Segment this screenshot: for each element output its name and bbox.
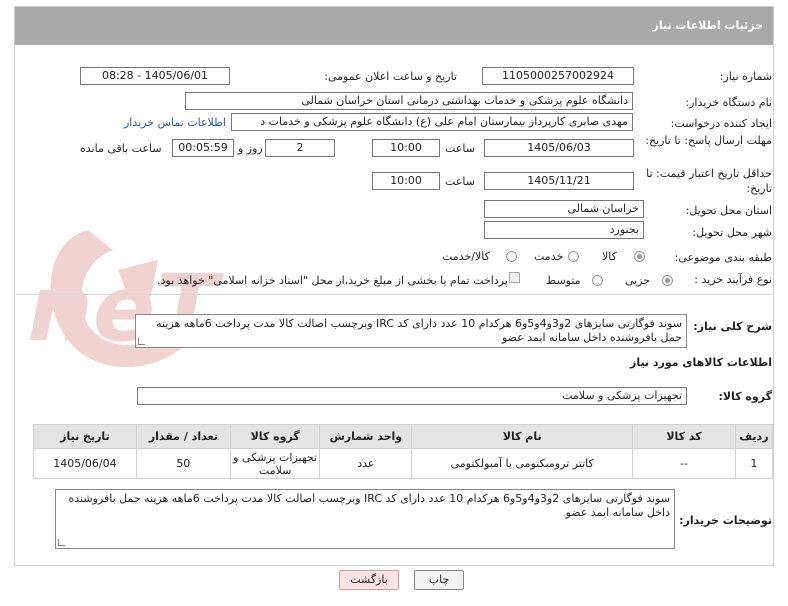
cell-qty: 50 [135, 448, 231, 479]
days-label: روز و [238, 142, 263, 155]
creator-field: مهدی صابری کارپرداز بیمارستان امام علی (… [231, 113, 633, 131]
divider [16, 294, 774, 295]
contact-buyer-link[interactable]: اطلاعات تماس خریدار [124, 116, 226, 129]
price-valid-time-label: ساعت [445, 175, 475, 188]
cell-row: 1 [734, 448, 774, 479]
category-label: طبقه بندی موضوعی: [674, 251, 772, 264]
col-qty: تعداد / مقدار [135, 424, 231, 449]
days-field: 2 [265, 139, 335, 157]
city-field: بجنورد [484, 221, 644, 239]
buyer-notes-label: توضیحات خریدار: [679, 514, 772, 527]
buyer-org-label: نام دستگاه خریدار: [685, 96, 772, 109]
cell-unit: عدد [319, 448, 413, 479]
deadline-time-label: ساعت [445, 142, 475, 155]
need-number-field: 1105000257002924 [482, 67, 634, 85]
need-number-label: شماره نیاز: [719, 70, 772, 83]
category-option-goods: کالا [602, 250, 617, 263]
col-row: ردیف [734, 424, 774, 449]
col-name: نام کالا [411, 424, 634, 449]
page-title: جزئیات اطلاعات نیاز [652, 19, 764, 32]
process-option-medium: متوسط [546, 274, 581, 287]
process-option-minor: جزیی [625, 274, 651, 287]
process-radio-minor[interactable] [662, 275, 673, 286]
resize-handle[interactable] [138, 338, 145, 345]
province-label: استان محل تحویل: [685, 204, 772, 217]
city-label: شهر محل تحویل: [692, 226, 772, 239]
cell-group: تجهیزات پزشکی و سلامت [229, 448, 321, 479]
price-valid-time-field: 10:00 [372, 172, 440, 190]
summary-text: سوند فوگارتی سایزهای 2و3و4و5و6 هرکدام 10… [156, 317, 682, 344]
summary-textarea[interactable]: سوند فوگارتی سایزهای 2و3و4و5و6 هرکدام 10… [135, 314, 687, 348]
treasury-payment-note: پرداخت تمام یا بخشی از مبلغ خرید،از محل … [157, 274, 508, 287]
category-option-service: خدمت [534, 250, 564, 263]
category-radio-goods[interactable] [634, 251, 645, 262]
cell-code: -- [632, 448, 736, 479]
goods-table: ردیف کد کالا نام کالا واحد شمارش گروه کا… [33, 424, 774, 479]
table-header-row: ردیف کد کالا نام کالا واحد شمارش گروه کا… [33, 424, 774, 449]
cell-date: 1405/06/04 [33, 448, 137, 479]
creator-label: ایجاد کننده درخواست: [670, 117, 772, 130]
category-option-goods-service: کالا/خدمت [442, 250, 490, 263]
category-radio-service[interactable] [568, 251, 579, 262]
panel-header: جزئیات اطلاعات نیاز [15, 7, 773, 45]
remaining-label: ساعت باقی مانده [80, 142, 162, 155]
goods-section-title: اطلاعات کالاهای مورد نیاز [630, 356, 772, 369]
print-button[interactable]: چاپ [414, 570, 464, 590]
announce-field: 1405/06/01 - 08:28 [80, 67, 230, 85]
buyer-notes-textarea[interactable]: سوند فوگارتی سایزهای 2و3و4و5و6 هرکدام 10… [55, 489, 675, 549]
remaining-time-field: 00:05:59 [172, 139, 234, 157]
process-radio-medium[interactable] [592, 275, 603, 286]
category-radio-goods-service[interactable] [506, 251, 517, 262]
goods-group-field: تجهیزات پزشکی و سلامت [137, 387, 687, 405]
col-group: گروه کالا [229, 424, 321, 449]
table-row[interactable]: 1 -- کاتتر ترومبکتومی یا آمبولکتومی عدد … [33, 448, 774, 479]
price-valid-date-field: 1405/11/21 [484, 172, 634, 190]
summary-label: شرح کلی نیاز: [693, 320, 772, 333]
col-date: تاریخ نیاز [33, 424, 137, 449]
deadline-date-field: 1405/06/03 [484, 139, 634, 157]
cell-name: کاتتر ترومبکتومی یا آمبولکتومی [411, 448, 634, 479]
buyer-notes-text: سوند فوگارتی سایزهای 2و3و4و5و6 هرکدام 10… [68, 492, 670, 519]
back-button[interactable]: بازگشت [339, 570, 399, 590]
resize-handle[interactable] [58, 539, 65, 546]
goods-group-label: گروه کالا: [718, 390, 772, 403]
deadline-label: مهلت ارسال پاسخ: تا تاریخ: [645, 134, 772, 147]
col-code: کد کالا [632, 424, 736, 449]
buyer-org-field: دانشگاه علوم پزشکی و خدمات بهداشتی درمان… [185, 92, 633, 110]
announce-label: تاریخ و ساعت اعلان عمومی: [324, 70, 457, 83]
deadline-time-field: 10:00 [372, 139, 440, 157]
treasury-payment-checkbox[interactable] [509, 272, 520, 283]
process-label: نوع فرآیند خرید : [694, 273, 772, 286]
col-unit: واحد شمارش [319, 424, 413, 449]
price-valid-label: حداقل تاریخ اعتبار قیمت: تا تاریخ: [646, 167, 772, 195]
province-field: خراسان شمالی [484, 200, 644, 218]
